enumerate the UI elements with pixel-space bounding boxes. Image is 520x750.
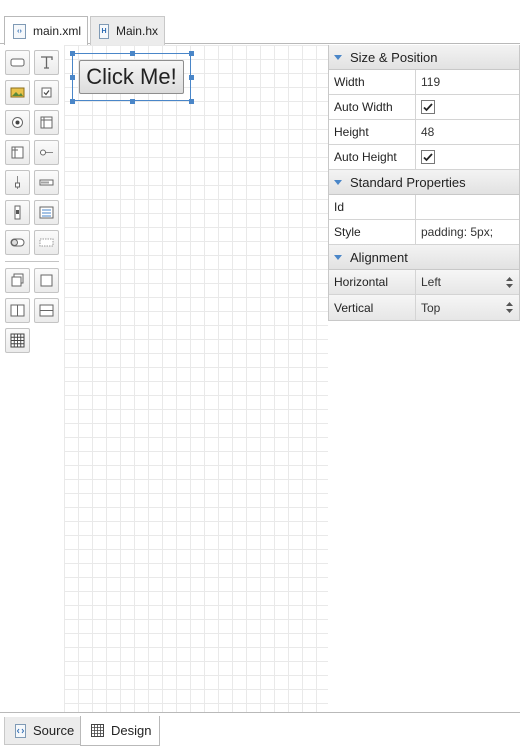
prop-label: Vertical: [329, 295, 416, 320]
resize-handle-e[interactable]: [189, 75, 194, 80]
resize-handle-se[interactable]: [189, 99, 194, 104]
box-tool-icon[interactable]: [34, 268, 59, 293]
tab-label: Main.hx: [115, 24, 158, 38]
collapse-arrow-icon: [334, 254, 342, 260]
section-alignment[interactable]: Alignment: [329, 245, 519, 270]
file-tab-bar: ‹› main.xml H Main.hx: [0, 0, 520, 45]
resize-handle-n[interactable]: [130, 51, 135, 56]
prop-row-auto-height: Auto Height: [329, 145, 519, 170]
textfield-tool-icon[interactable]: [34, 230, 59, 255]
container-tool-icon[interactable]: [5, 140, 30, 165]
progress-tool-icon[interactable]: [34, 170, 59, 195]
checkmark-icon: [423, 153, 433, 162]
prop-row-width: Width 119: [329, 70, 519, 95]
section-size-position[interactable]: Size & Position: [329, 45, 519, 70]
select-value: Top: [421, 300, 441, 315]
tab-label: Design: [111, 723, 152, 738]
auto-height-checkbox[interactable]: [421, 150, 435, 164]
vscroll-tool-icon[interactable]: [5, 200, 30, 225]
properties-panel: Size & Position Width 119 Auto Width Hei…: [328, 45, 520, 321]
toggle-tool-icon[interactable]: [5, 230, 30, 255]
height-input[interactable]: 48: [416, 120, 519, 144]
resize-handle-s[interactable]: [130, 99, 135, 104]
horizontal-select[interactable]: Left: [416, 270, 519, 294]
component-toolbox: [0, 45, 64, 712]
prop-label: Style: [329, 220, 416, 244]
checkmark-icon: [423, 103, 433, 112]
xml-file-icon: ‹›: [13, 23, 26, 39]
tab-main-hx[interactable]: H Main.hx: [90, 16, 165, 45]
select-value: Left: [421, 275, 442, 289]
tab-label: main.xml: [33, 24, 82, 38]
prop-row-auto-width: Auto Width: [329, 95, 519, 120]
collapse-arrow-icon: [334, 54, 342, 60]
tab-source[interactable]: Source: [4, 717, 84, 745]
haxe-file-icon: H: [99, 23, 109, 39]
spinner-arrows-icon: [506, 277, 513, 288]
prop-row-horizontal: Horizontal Left: [329, 270, 519, 295]
section-title: Size & Position: [350, 49, 438, 65]
image-tool-icon[interactable]: [5, 80, 30, 105]
vertical-select[interactable]: Top: [416, 295, 519, 320]
prop-row-height: Height 48: [329, 120, 519, 145]
source-icon: [15, 723, 26, 738]
prop-label: Height: [329, 120, 416, 144]
resize-handle-ne[interactable]: [189, 51, 194, 56]
text-tool-icon[interactable]: [34, 50, 59, 75]
prop-row-id: Id: [329, 195, 519, 220]
prop-row-style: Style padding: 5px;: [329, 220, 519, 245]
style-input[interactable]: padding: 5px;: [416, 220, 519, 244]
stack-tool-icon[interactable]: [5, 268, 30, 293]
prop-label: Horizontal: [329, 270, 416, 294]
resize-handle-nw[interactable]: [70, 51, 75, 56]
vslider-tool-icon[interactable]: [5, 170, 30, 195]
resize-handle-w[interactable]: [70, 75, 75, 80]
toolbox-separator: [5, 261, 59, 262]
tab-design[interactable]: Design: [80, 716, 161, 746]
tab-label: Source: [33, 723, 75, 738]
list-tool-icon[interactable]: [34, 200, 59, 225]
id-input[interactable]: [416, 195, 519, 219]
prop-row-vertical: Vertical Top: [329, 295, 519, 320]
vbox-tool-icon[interactable]: [34, 298, 59, 323]
view-tab-bar: Source Design: [0, 712, 520, 750]
section-title: Alignment: [350, 249, 408, 265]
selection-box[interactable]: Click Me!: [70, 51, 194, 104]
radio-tool-icon[interactable]: [5, 110, 30, 135]
auto-width-checkbox[interactable]: [421, 100, 435, 114]
checkbox-tool-icon[interactable]: [34, 80, 59, 105]
click-me-button[interactable]: Click Me!: [79, 60, 184, 94]
hbox-tool-icon[interactable]: [5, 298, 30, 323]
grid-tool-icon[interactable]: [5, 328, 30, 353]
width-input[interactable]: 119: [416, 70, 519, 94]
prop-label: Id: [329, 195, 416, 219]
prop-label: Auto Width: [329, 95, 416, 119]
section-title: Standard Properties: [350, 174, 466, 190]
resize-handle-sw[interactable]: [70, 99, 75, 104]
spinner-arrows-icon: [506, 302, 513, 313]
grid-icon: [91, 724, 104, 737]
tab-main-xml[interactable]: ‹› main.xml: [4, 16, 89, 45]
button-tool-icon[interactable]: [5, 50, 30, 75]
design-canvas[interactable]: Click Me!: [64, 45, 328, 712]
slider-tool-icon[interactable]: [34, 140, 59, 165]
section-standard-properties[interactable]: Standard Properties: [329, 170, 519, 195]
prop-label: Auto Height: [329, 145, 416, 169]
prop-label: Width: [329, 70, 416, 94]
collapse-arrow-icon: [334, 179, 342, 185]
panel-tool-icon[interactable]: [34, 110, 59, 135]
